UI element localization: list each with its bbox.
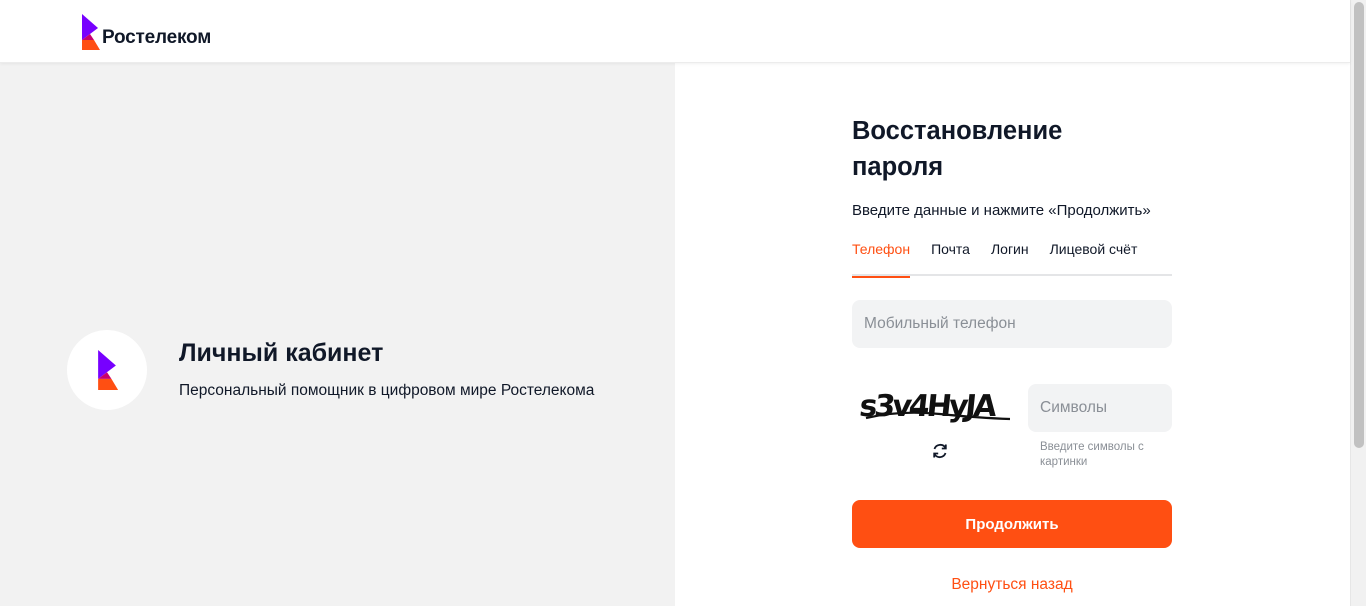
captcha-text: s3v4HyJA bbox=[860, 389, 999, 424]
tab-account[interactable]: Лицевой счёт bbox=[1050, 241, 1138, 276]
captcha-input[interactable] bbox=[1028, 384, 1172, 432]
captcha-block: s3v4HyJA Введите символы с картинки bbox=[852, 384, 1172, 484]
refresh-icon[interactable] bbox=[930, 441, 950, 461]
scrollbar-thumb[interactable] bbox=[1354, 2, 1364, 448]
page: Ростелеком Личный кабинет Персональный п… bbox=[0, 0, 1366, 606]
tab-phone[interactable]: Телефон bbox=[852, 241, 911, 278]
promo-subtitle: Персональный помощник в цифровом мире Ро… bbox=[179, 382, 595, 399]
recovery-panel: Восстановление пароля Введите данные и н… bbox=[675, 63, 1350, 606]
captcha-hint: Введите символы с картинки bbox=[1040, 441, 1144, 468]
brand-name: Ростелеком bbox=[102, 27, 212, 48]
recovery-method-tabs: Телефон Почта Логин Лицевой счёт bbox=[852, 241, 1172, 278]
page-scrollbar[interactable] bbox=[1350, 0, 1366, 606]
logo-mark-icon bbox=[82, 14, 100, 50]
back-link[interactable]: Вернуться назад bbox=[852, 576, 1172, 594]
promo-logo-badge bbox=[67, 330, 147, 410]
tab-email[interactable]: Почта bbox=[931, 241, 970, 276]
site-header: Ростелеком bbox=[0, 0, 1350, 63]
form-subtitle: Введите данные и нажмите «Продолжить» bbox=[852, 202, 1151, 219]
phone-input[interactable] bbox=[852, 300, 1172, 348]
brand-logo[interactable]: Ростелеком bbox=[80, 14, 211, 50]
form-title: Восстановление пароля bbox=[852, 117, 1063, 181]
promo-title: Личный кабинет bbox=[179, 339, 384, 367]
logo-mark-icon bbox=[98, 350, 119, 390]
continue-button[interactable]: Продолжить bbox=[852, 500, 1172, 548]
recovery-form: Восстановление пароля Введите данные и н… bbox=[852, 113, 1172, 594]
captcha-image: s3v4HyJA bbox=[860, 389, 1011, 424]
promo-panel: Личный кабинет Персональный помощник в ц… bbox=[0, 63, 675, 606]
tab-login[interactable]: Логин bbox=[991, 241, 1029, 276]
